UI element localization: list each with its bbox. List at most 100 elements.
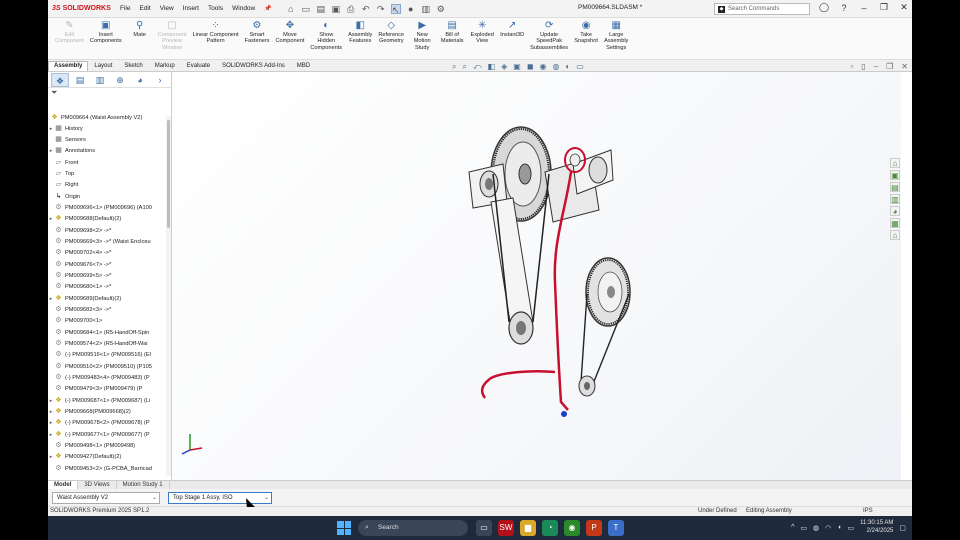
zoom-to-fit-icon[interactable]: ⌕ bbox=[452, 62, 456, 72]
tab-assembly[interactable]: Assembly bbox=[48, 61, 89, 71]
tree-item[interactable]: ⚙ PM009699<5> ->* bbox=[48, 270, 166, 281]
tree-item[interactable]: ⚙ PM009700<1> bbox=[48, 316, 166, 327]
undo-icon[interactable]: ↶ bbox=[361, 4, 371, 14]
powerpoint-icon[interactable]: P bbox=[586, 520, 602, 536]
viewport-split-icon[interactable]: ▯ bbox=[861, 62, 865, 71]
open-icon[interactable]: ▤ bbox=[316, 4, 326, 14]
volume-icon[interactable]: ◖ bbox=[837, 524, 841, 531]
tree-item[interactable]: ▸ ❖ PM009689(Default)(2) bbox=[48, 293, 166, 304]
tree-item[interactable]: ▦ Sensors bbox=[48, 134, 166, 145]
home-task-icon[interactable]: ⌂ bbox=[890, 230, 900, 240]
tree-item[interactable]: ▱ Front bbox=[48, 157, 166, 168]
tree-item[interactable]: ▸ ▦ History bbox=[48, 123, 166, 134]
tree-item[interactable]: ⚙ PM009698<2> ->* bbox=[48, 225, 166, 236]
clock[interactable]: 11:30:15 AM 2/24/2025 bbox=[860, 520, 893, 535]
tree-item[interactable]: ▸ ❖ (-) PM009687<1> (PM009687) (Li bbox=[48, 395, 166, 406]
assembly-features-button[interactable]: ◧ Assembly Features bbox=[345, 18, 375, 59]
view-settings-icon[interactable]: ▭ bbox=[576, 62, 584, 72]
custom-properties-icon[interactable]: ▦ bbox=[890, 218, 900, 228]
previous-view-icon[interactable]: ⤺ bbox=[473, 62, 482, 72]
scene-icon[interactable]: ◐ bbox=[565, 62, 570, 72]
new-document-icon[interactable]: ▭ bbox=[301, 4, 311, 14]
instant3d-button[interactable]: ↗ Instant3D bbox=[497, 18, 527, 59]
solidworks-resources-icon[interactable]: ⌂ bbox=[890, 158, 900, 168]
model-3d-view[interactable] bbox=[173, 72, 901, 480]
task-view-icon[interactable]: ▭ bbox=[476, 520, 492, 536]
menu-tools[interactable]: Tools bbox=[208, 5, 223, 12]
file-properties-icon[interactable]: ▥ bbox=[421, 4, 431, 14]
solidworks-logo[interactable]: 3S SOLIDWORKS bbox=[48, 5, 111, 12]
tree-root[interactable]: ❖ PM009664 (Waist Assembly V2) bbox=[50, 112, 142, 123]
tree-item[interactable]: ⚙ (-) PM009483<4> (PM009483) (P bbox=[48, 372, 166, 383]
tree-item[interactable]: ⚙ PM009479<3> (PM009479) (P bbox=[48, 384, 166, 395]
tree-item[interactable]: ▸ ▦ Annotations bbox=[48, 146, 166, 157]
tree-item[interactable]: ▸ ❖ (-) PM009678<2> (PM009678) (P bbox=[48, 418, 166, 429]
dimxpert-manager-icon[interactable]: ⊕ bbox=[111, 73, 129, 87]
snapshot-button[interactable]: ◉ Take Snapshot bbox=[571, 18, 601, 59]
edit-appearance-icon[interactable]: ◍ bbox=[552, 62, 559, 72]
tab-layout[interactable]: Layout bbox=[88, 61, 118, 71]
display-manager-icon[interactable]: ◕ bbox=[131, 73, 149, 87]
tray-app-icon[interactable]: ▭ bbox=[800, 524, 807, 532]
large-assembly-button[interactable]: ▦ Large Assembly Settings bbox=[601, 18, 631, 59]
tab-markup[interactable]: Markup bbox=[149, 61, 181, 71]
save-icon[interactable]: ▣ bbox=[331, 4, 341, 14]
minimize-icon[interactable]: – bbox=[858, 3, 870, 13]
insert-components-button[interactable]: ▣ Insert Components bbox=[87, 18, 125, 59]
tree-item[interactable]: ⚙ PM009684<1> (R5-HandOff-Spin bbox=[48, 327, 166, 338]
tree-item[interactable]: ⚙ PM009702<4> ->* bbox=[48, 248, 166, 259]
menu-edit[interactable]: Edit bbox=[139, 5, 150, 12]
speedpak-button[interactable]: ⟳ Update SpeedPak Subassemblies bbox=[527, 18, 571, 59]
tree-item[interactable]: ↳ Origin bbox=[48, 191, 166, 202]
solidworks-taskbar-icon[interactable]: SW bbox=[498, 520, 514, 536]
tree-scrollbar[interactable] bbox=[166, 116, 171, 476]
property-manager-icon[interactable]: ▤ bbox=[71, 73, 89, 87]
tree-item[interactable]: ▱ Right bbox=[48, 180, 166, 191]
edge-browser-icon[interactable]: ◔ bbox=[542, 520, 558, 536]
view-orientation-icon[interactable]: ▣ bbox=[513, 62, 521, 72]
view-palette-icon[interactable]: ▥ bbox=[890, 194, 900, 204]
configuration-manager-icon[interactable]: ▥ bbox=[91, 73, 109, 87]
move-component-button[interactable]: ✥ Move Component bbox=[272, 18, 307, 59]
mate-button[interactable]: ⚲ Mate bbox=[125, 18, 155, 59]
tab-solidworks-add-ins[interactable]: SOLIDWORKS Add-Ins bbox=[216, 61, 291, 71]
tree-item[interactable]: ⚙ PM009669<3> ->* (Waist Enclosu bbox=[48, 236, 166, 247]
viewport-restore-icon[interactable]: ❐ bbox=[886, 62, 893, 71]
dynamic-annotation-icon[interactable]: ◈ bbox=[501, 62, 507, 72]
tree-item[interactable]: ⚙ PM009574<2> (R5-HandOff-Wai bbox=[48, 338, 166, 349]
options-gear-icon[interactable]: ⚙ bbox=[436, 4, 446, 14]
feature-manager-tree-icon[interactable]: ❖ bbox=[51, 72, 69, 87]
component-preview-button[interactable]: ▢ Component Preview Window bbox=[155, 18, 190, 59]
help-icon[interactable]: ? bbox=[838, 3, 850, 13]
units-selector[interactable]: IPS bbox=[863, 507, 873, 516]
tab-evaluate[interactable]: Evaluate bbox=[181, 61, 216, 71]
select-arrow-icon[interactable]: ↖ bbox=[390, 3, 401, 15]
windows-start-icon[interactable] bbox=[337, 521, 351, 535]
search-commands-input[interactable]: ◆ Search Commands bbox=[714, 3, 810, 15]
user-icon[interactable]: ◯ bbox=[818, 2, 830, 13]
appearances-icon[interactable]: ◕ bbox=[890, 206, 900, 216]
language-icon[interactable]: ◍ bbox=[813, 524, 819, 532]
tree-item[interactable]: ⚙ PM009498<1> (PM009498) bbox=[48, 440, 166, 451]
menu-insert[interactable]: Insert bbox=[183, 5, 199, 12]
tree-item[interactable]: ⚙ PM009682<3> ->* bbox=[48, 304, 166, 315]
restore-icon[interactable]: ❐ bbox=[878, 2, 890, 13]
motion-study-button[interactable]: ▶ New Motion Study bbox=[407, 18, 437, 59]
display-state-dropdown[interactable]: Top Stage 1 Assy, ISO ⌄ bbox=[168, 492, 272, 504]
file-explorer-icon[interactable]: ▤ bbox=[890, 182, 900, 192]
tab-sketch[interactable]: Sketch bbox=[118, 61, 148, 71]
chrome-browser-icon[interactable]: ◉ bbox=[564, 520, 580, 536]
tree-item[interactable]: ▱ Top bbox=[48, 168, 166, 179]
rebuild-icon[interactable]: ● bbox=[406, 4, 416, 14]
tree-item[interactable]: ▸ ❖ PM009427(Default)(2) bbox=[48, 452, 166, 463]
hide-show-icon[interactable]: ◉ bbox=[539, 62, 546, 72]
smart-fasteners-button[interactable]: ⚙ Smart Fasteners bbox=[242, 18, 273, 59]
tab-motion-study-1[interactable]: Motion Study 1 bbox=[117, 481, 170, 489]
bom-button[interactable]: ▤ Bill of Materials bbox=[437, 18, 467, 59]
print-icon[interactable]: ⎙ bbox=[346, 4, 356, 14]
display-style-icon[interactable]: ◼ bbox=[527, 62, 534, 72]
pin-menu-icon[interactable]: 📌 bbox=[264, 5, 271, 12]
expand-panel-chevron-icon[interactable]: › bbox=[151, 73, 169, 87]
viewport-tile-icon[interactable]: ▫ bbox=[850, 62, 853, 71]
menu-view[interactable]: View bbox=[160, 5, 174, 12]
